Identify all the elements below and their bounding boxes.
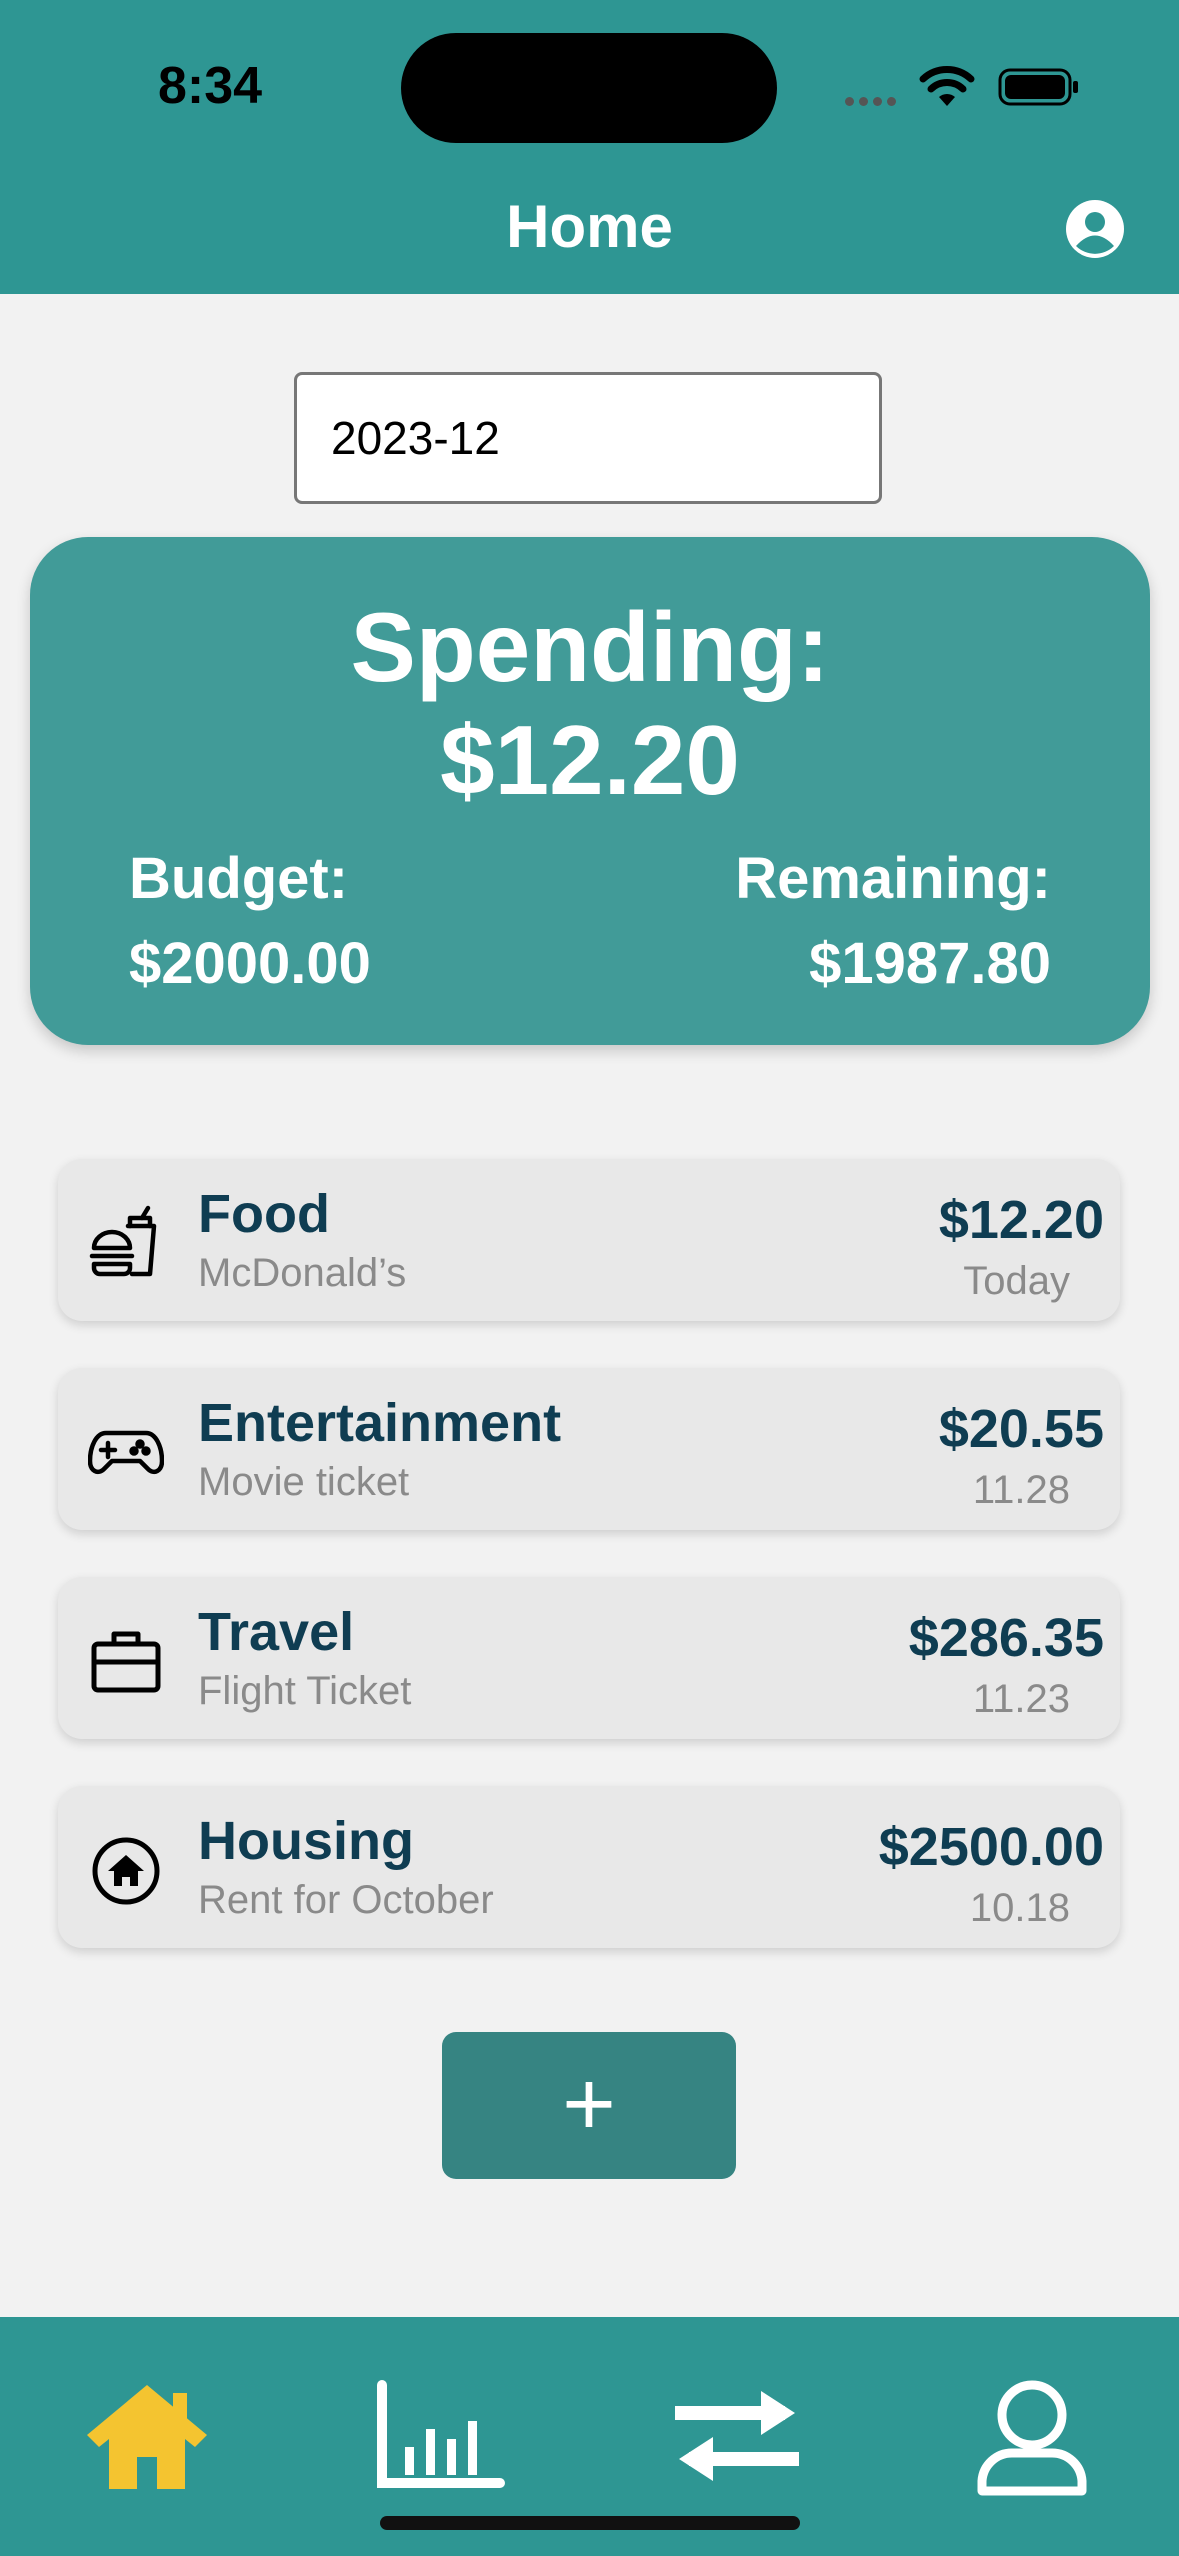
transaction-amount: $12.20 xyxy=(938,1190,1104,1250)
transaction-row[interactable]: Entertainment Movie ticket $20.55 11.28 xyxy=(58,1368,1120,1530)
transaction-date: 11.28 xyxy=(972,1468,1070,1512)
remaining-label: Remaining: xyxy=(735,846,1051,911)
transaction-description: Movie ticket xyxy=(198,1460,410,1504)
transaction-category: Food xyxy=(198,1184,330,1244)
food-icon xyxy=(89,1205,157,1277)
transaction-row[interactable]: Travel Flight Ticket $286.35 11.23 xyxy=(58,1577,1120,1739)
transaction-category: Housing xyxy=(198,1811,414,1871)
briefcase-icon xyxy=(91,1631,161,1693)
transaction-date: Today xyxy=(963,1259,1070,1303)
add-transaction-button[interactable]: + xyxy=(442,2032,736,2179)
month-input[interactable]: 2023-12 xyxy=(294,372,882,504)
transaction-description: Rent for October xyxy=(198,1878,494,1922)
transaction-date: 10.18 xyxy=(969,1886,1070,1930)
transaction-amount: $2500.00 xyxy=(878,1817,1104,1877)
budget-value: $2000.00 xyxy=(129,931,371,996)
wifi-icon xyxy=(919,66,975,106)
page-title: Home xyxy=(506,193,673,260)
tab-profile[interactable] xyxy=(962,2377,1102,2497)
budget-label: Budget: xyxy=(129,846,349,911)
transaction-row[interactable]: Housing Rent for October $2500.00 10.18 xyxy=(58,1786,1120,1948)
battery-icon xyxy=(998,68,1078,106)
transaction-date: 11.23 xyxy=(972,1677,1070,1721)
profile-button[interactable] xyxy=(1065,199,1125,259)
tab-transfers[interactable] xyxy=(667,2377,807,2497)
status-time: 8:34 xyxy=(158,57,263,115)
spending-summary-card: Spending: $12.20 Budget: $2000.00 Remain… xyxy=(30,537,1150,1045)
signal-icon xyxy=(845,93,901,111)
gamepad-icon xyxy=(88,1430,164,1474)
tab-charts[interactable] xyxy=(372,2377,512,2497)
transaction-description: McDonald’s xyxy=(198,1251,407,1295)
spending-label: Spending: xyxy=(350,592,830,702)
home-indicator xyxy=(380,2516,800,2530)
transaction-description: Flight Ticket xyxy=(198,1669,412,1713)
tab-home[interactable] xyxy=(77,2377,217,2497)
transaction-amount: $286.35 xyxy=(908,1608,1104,1668)
transaction-amount: $20.55 xyxy=(938,1399,1104,1459)
transaction-category: Entertainment xyxy=(198,1393,562,1453)
remaining-value: $1987.80 xyxy=(809,931,1051,996)
header: 8:34 Home xyxy=(0,0,1179,294)
transaction-row[interactable]: Food McDonald’s $12.20 Today xyxy=(58,1159,1120,1321)
dynamic-island xyxy=(401,33,777,143)
spending-value: $12.20 xyxy=(440,705,740,815)
house-icon xyxy=(92,1837,160,1905)
transaction-category: Travel xyxy=(198,1602,355,1662)
